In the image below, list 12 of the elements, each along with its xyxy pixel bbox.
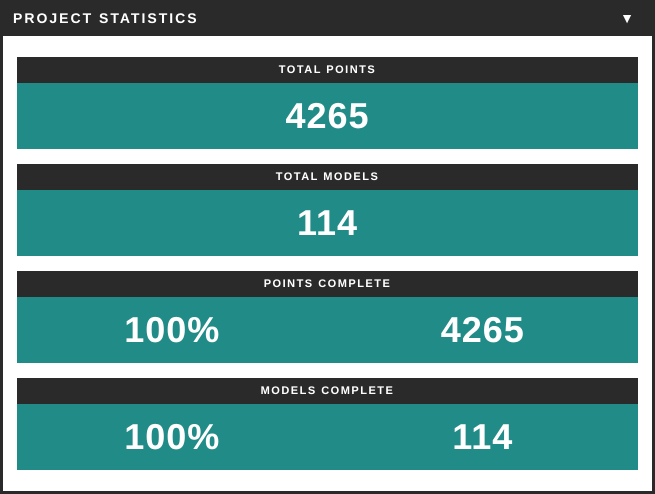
stat-value: 4265 <box>440 308 525 352</box>
stat-label: MODELS COMPLETE <box>17 378 638 404</box>
stat-label: POINTS COMPLETE <box>17 271 638 297</box>
stat-label: TOTAL POINTS <box>17 57 638 83</box>
stat-value: 100% <box>124 308 220 352</box>
stat-value: 4265 <box>285 94 370 138</box>
stat-value: 114 <box>296 201 358 245</box>
collapse-toggle[interactable]: ▼ <box>620 8 642 28</box>
stat-value: 114 <box>452 415 514 459</box>
panel-title: PROJECT STATISTICS <box>13 8 199 28</box>
stat-label: TOTAL MODELS <box>17 164 638 190</box>
stat-value: 100% <box>124 415 220 459</box>
